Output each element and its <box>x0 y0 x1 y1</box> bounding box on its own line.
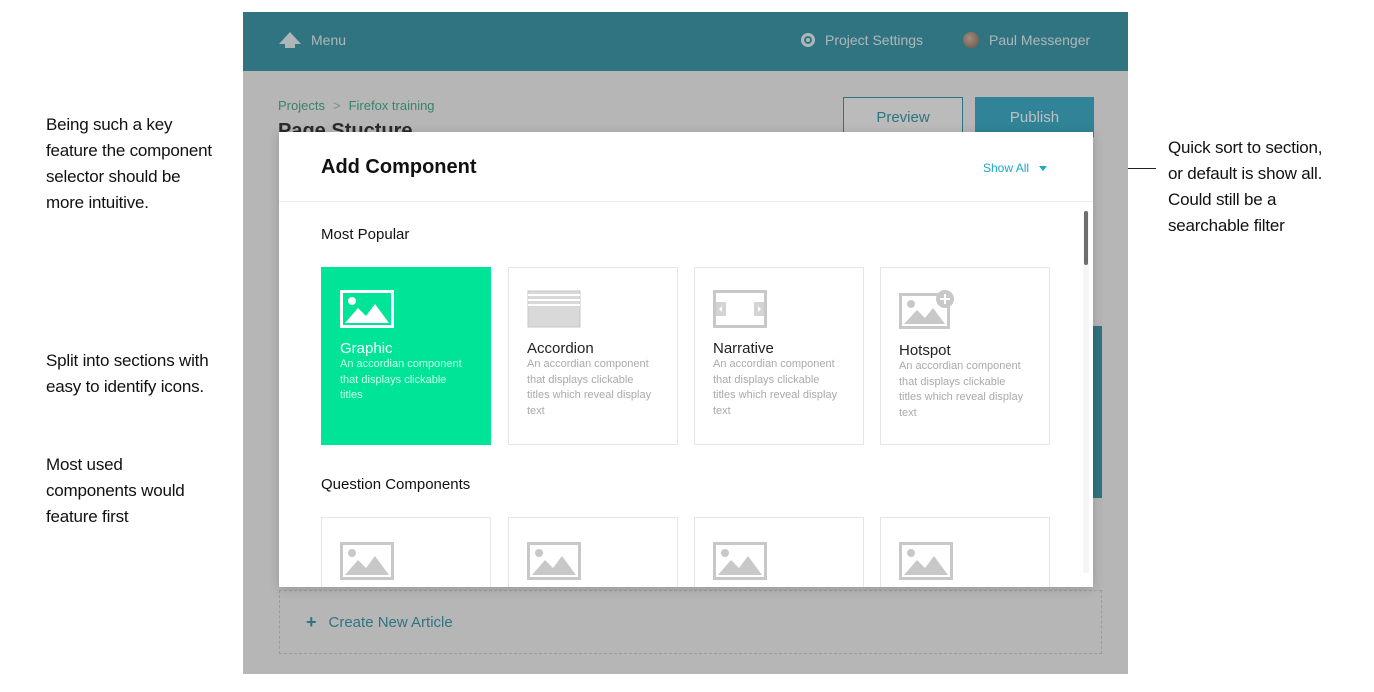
image-icon <box>527 542 581 580</box>
narrative-icon <box>713 290 767 328</box>
scrollbar-track[interactable] <box>1083 211 1089 573</box>
annotation-quick-sort: Quick sort to section, or default is sho… <box>1168 138 1323 235</box>
annotation-component-selector: Being such a key feature the component s… <box>46 115 212 212</box>
hotspot-icon <box>899 290 954 329</box>
annotation-most-used: Most used components would feature first <box>46 455 185 526</box>
card-name: Hotspot <box>899 342 951 359</box>
component-card-accordion[interactable]: Accordion An accordian component that di… <box>508 267 678 445</box>
component-card-narrative[interactable]: Narrative An accordian component that di… <box>694 267 864 445</box>
card-name: Accordion <box>527 340 594 357</box>
question-component-card[interactable] <box>508 517 678 587</box>
component-card-graphic[interactable]: Graphic An accordian component that disp… <box>321 267 491 445</box>
question-component-card[interactable] <box>880 517 1050 587</box>
section-title-question-components: Question Components <box>321 476 471 493</box>
show-all-label: Show All <box>983 161 1030 175</box>
card-name: Narrative <box>713 340 774 357</box>
accordion-icon <box>527 290 581 328</box>
component-card-hotspot[interactable]: Hotspot An accordian component that disp… <box>880 267 1050 445</box>
question-component-card[interactable] <box>694 517 864 587</box>
annotation-sections: Split into sections with easy to identif… <box>46 351 209 396</box>
graphic-icon <box>340 290 394 328</box>
question-component-card[interactable] <box>321 517 491 587</box>
add-component-modal: Add Component Show All Most Popular Grap… <box>279 132 1093 587</box>
card-description: An accordian component that displays cli… <box>527 358 652 417</box>
card-description: An accordian component that displays cli… <box>899 360 1024 419</box>
modal-header: Add Component Show All <box>279 132 1093 202</box>
image-icon <box>340 542 394 580</box>
card-name: Graphic <box>340 340 393 357</box>
caret-down-icon <box>1039 165 1048 171</box>
scrollbar-thumb[interactable] <box>1084 211 1088 265</box>
card-description: An accordian component that displays cli… <box>713 358 838 417</box>
image-icon <box>899 542 953 580</box>
modal-title: Add Component <box>321 156 477 178</box>
image-icon <box>713 542 767 580</box>
show-all-filter-dropdown[interactable]: Show All <box>983 161 1048 175</box>
card-description: An accordian component that displays cli… <box>340 358 462 401</box>
section-title-most-popular: Most Popular <box>321 226 410 243</box>
